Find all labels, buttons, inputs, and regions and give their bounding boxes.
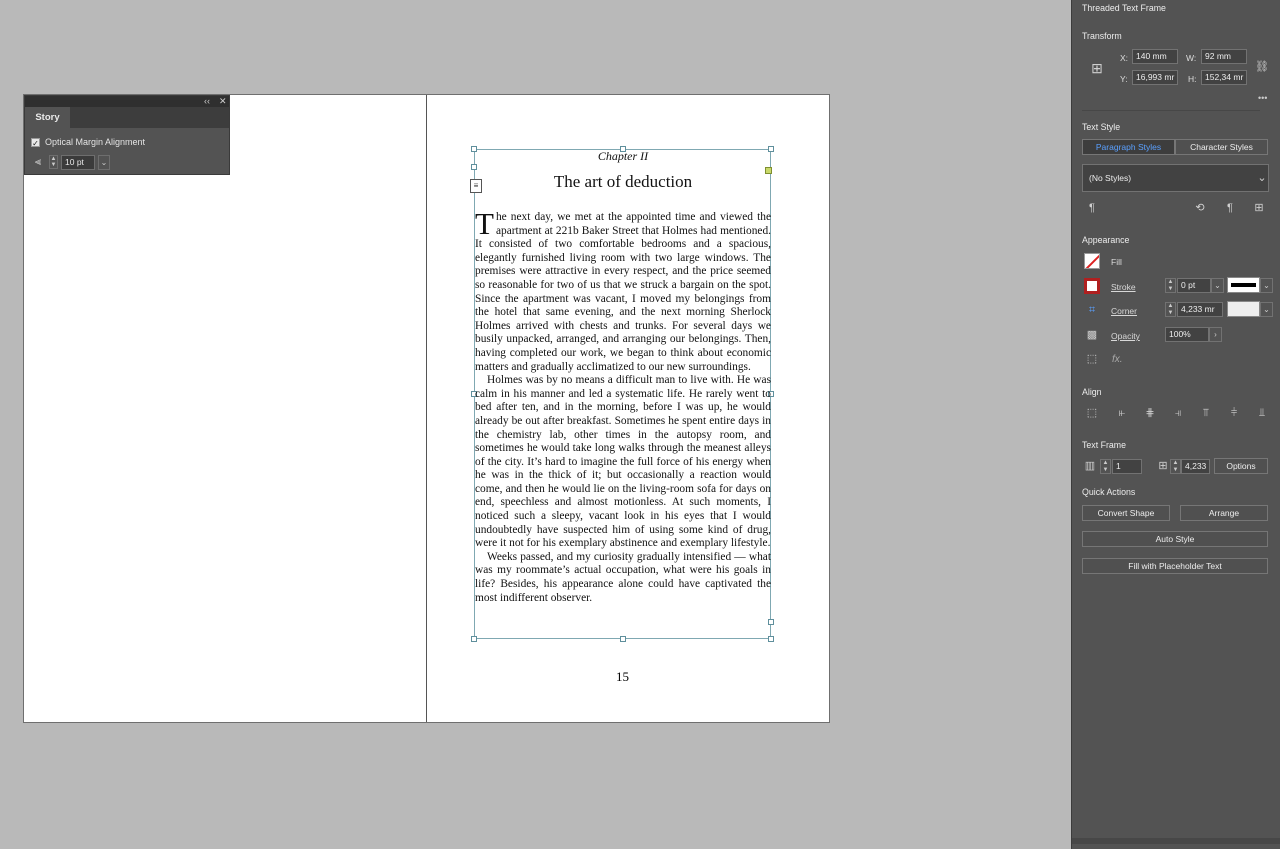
stroke-type-swatch[interactable] [1227,277,1260,293]
collapse-icon[interactable]: ‹‹ [204,96,210,107]
reference-point-icon[interactable]: ⊞ [1086,57,1108,79]
appearance-heading: Appearance [1082,235,1130,245]
sync-style-icon[interactable]: ⟲ [1193,201,1207,215]
stroke-weight-input[interactable]: 0 pt [1177,278,1211,293]
text-style-heading: Text Style [1082,122,1121,132]
out-port-bottom[interactable] [768,619,774,625]
align-horizontal-center-icon[interactable]: ⋕ [1143,406,1157,420]
convert-shape-button[interactable]: Convert Shape [1082,505,1170,521]
document-spread[interactable]: ≡ Chapter II The art of deduction The ne… [24,95,829,722]
story-panel-titlebar[interactable]: ‹‹ ✕ [25,96,229,107]
fill-label: Fill [1111,257,1122,267]
margin-size-row: ⫷ ▲ ▼ 10 pt ⌄ [30,154,110,170]
paragraph: Weeks passed, and my curiosity gradually… [475,550,771,604]
style-select[interactable]: (No Styles) [1082,164,1269,192]
h-label: H: [1188,74,1197,84]
text-frame-heading: Text Frame [1082,440,1126,450]
auto-style-button[interactable]: Auto Style [1082,531,1268,547]
columns-stepper[interactable]: ▲ ▼ [1100,459,1111,474]
align-bottom-icon[interactable]: ⫫ [1255,406,1269,420]
w-input[interactable]: 92 mm [1201,49,1247,64]
close-icon[interactable]: ✕ [219,96,227,107]
tab-character-styles[interactable]: Character Styles [1175,139,1268,155]
divider [1082,110,1260,111]
fill-placeholder-button[interactable]: Fill with Placeholder Text [1082,558,1268,574]
align-right-icon[interactable]: ⫣ [1171,406,1185,420]
x-label: X: [1120,53,1129,63]
optical-margin-row[interactable]: ✓ Optical Margin Alignment [31,136,145,148]
optical-margin-label: Optical Margin Alignment [45,137,146,147]
stroke-type-dropdown-icon[interactable]: ⌄ [1260,278,1273,293]
stroke-swatch-icon[interactable] [1084,278,1100,294]
new-style-icon[interactable]: ⊞ [1252,201,1266,215]
paragraph: The next day, we met at the appointed ti… [475,206,771,373]
paragraph-style-icon[interactable]: ¶ [1085,201,1099,215]
page-text[interactable]: Chapter II The art of deduction The next… [475,149,771,605]
x-input[interactable]: 140 mm [1132,49,1178,64]
text-frame-options-icon[interactable]: ⬚ [1085,352,1099,366]
tab-story[interactable]: Story [25,107,70,128]
clear-overrides-icon[interactable]: ¶ [1223,201,1237,215]
panel-title: Threaded Text Frame [1082,3,1166,13]
opacity-icon[interactable]: ▩ [1085,328,1099,342]
y-label: Y: [1120,74,1128,84]
opacity-input[interactable]: 100% [1165,327,1209,342]
properties-panel: Threaded Text Frame Transform ⊞ X: 140 m… [1071,0,1280,849]
h-input[interactable]: 152,34 mr [1201,70,1247,85]
corner-shape-dropdown-icon[interactable]: ⌄ [1260,302,1273,317]
transform-heading: Transform [1082,31,1122,41]
size-stepper[interactable]: ▲ ▼ [49,155,58,169]
chapter-title: The art of deduction [553,172,693,191]
corner-size-input[interactable]: 4,233 mr [1177,302,1223,317]
page-number: 15 [616,669,629,684]
corner-label[interactable]: Corner [1111,306,1137,316]
size-input[interactable]: 10 pt [61,154,95,170]
opacity-label[interactable]: Opacity [1111,331,1140,341]
tab-paragraph-styles[interactable]: Paragraph Styles [1082,139,1175,155]
align-to-selection-icon[interactable]: ⬚ [1085,406,1099,420]
w-label: W: [1186,53,1197,63]
fill-swatch-icon[interactable] [1084,253,1100,269]
align-size-icon: ⫷ [34,156,42,168]
quick-actions-heading: Quick Actions [1082,487,1136,497]
corner-icon[interactable]: ⌗ [1085,303,1099,317]
align-left-icon[interactable]: ⫦ [1115,406,1129,420]
size-dropdown-icon[interactable]: ⌄ [98,154,110,170]
columns-icon: ▥ [1084,460,1096,472]
chapter-heading: Chapter II [597,149,649,163]
more-options-icon[interactable]: ••• [1258,93,1267,103]
frame-handle-bl[interactable] [471,636,477,642]
page-spine [426,95,427,722]
text-frame-options-button[interactable]: Options [1214,458,1268,474]
opacity-slider-icon[interactable]: › [1209,327,1222,342]
y-input[interactable]: 16,993 mr [1132,70,1178,85]
frame-handle-bc[interactable] [620,636,626,642]
gutter-input[interactable]: 4,233 [1181,459,1210,474]
frame-handle-br[interactable] [768,636,774,642]
corner-shape-swatch[interactable] [1227,301,1260,317]
story-panel[interactable]: ‹‹ ✕ Story ✓ Optical Margin Alignment ⫷ … [24,95,230,175]
stroke-weight-dropdown-icon[interactable]: ⌄ [1211,278,1224,293]
arrange-button[interactable]: Arrange [1180,505,1268,521]
constrain-proportions-icon[interactable]: ⛓ [1255,60,1269,74]
corner-stepper[interactable]: ▲ ▼ [1165,302,1176,317]
stroke-stepper[interactable]: ▲ ▼ [1165,278,1176,293]
align-vertical-center-icon[interactable]: ⫩ [1227,406,1241,420]
fx-icon[interactable]: fx. [1112,354,1123,365]
gutter-icon: ⊞ [1158,460,1168,472]
gutter-stepper[interactable]: ▲ ▼ [1170,459,1181,474]
optical-margin-checkbox[interactable]: ✓ [31,137,40,148]
story-tab-row: Story [25,107,229,128]
align-top-icon[interactable]: ⫪ [1199,406,1213,420]
stroke-label[interactable]: Stroke [1111,282,1136,292]
align-heading: Align [1082,387,1102,397]
paragraph: Holmes was by no means a difficult man t… [475,374,771,550]
body-text: The next day, we met at the appointed ti… [475,206,771,605]
drop-cap: T [475,206,494,241]
panel-scrollbar[interactable] [1072,838,1280,844]
style-dropdown-icon[interactable]: ⌄ [1255,171,1269,185]
columns-input[interactable]: 1 [1112,459,1142,474]
